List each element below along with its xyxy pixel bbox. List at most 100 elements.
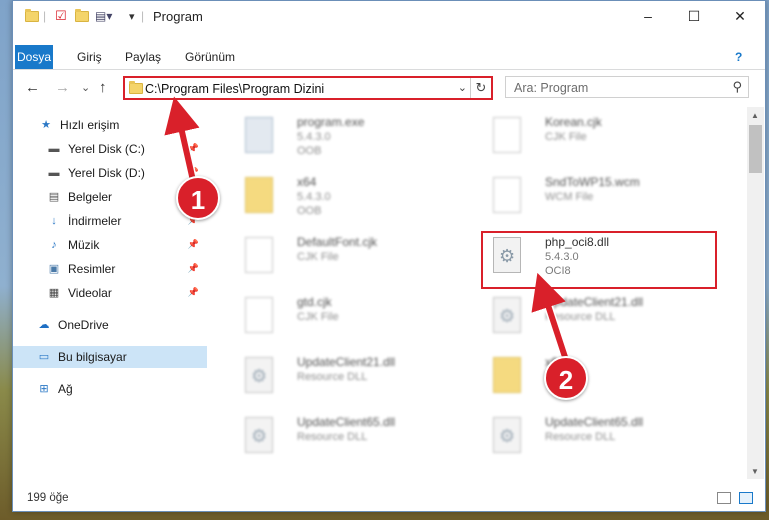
file-detail: Resource DLL: [545, 431, 616, 443]
forward-button[interactable]: →: [55, 79, 70, 96]
cloud-icon: ☁: [38, 319, 50, 331]
sidebar-item-label: Ağ: [58, 382, 73, 396]
file-item[interactable]: x64 5.4.3.0 OOB: [225, 171, 455, 227]
file-detail: Resource DLL: [545, 311, 616, 323]
sidebar-item[interactable]: ↓ İndirmeler 📌: [13, 210, 207, 232]
minimize-button[interactable]: –: [625, 1, 671, 31]
file-detail: OOB: [297, 145, 322, 157]
status-bar: 199 öğe: [13, 483, 765, 511]
documents-icon: ▤: [48, 191, 60, 203]
sidebar-item-label: Hızlı erişim: [60, 118, 120, 132]
star-icon: ★: [41, 119, 51, 131]
vertical-scrollbar[interactable]: ▲ ▼: [747, 107, 764, 479]
file-item[interactable]: Korean.cjk CJK File: [473, 111, 703, 167]
back-button[interactable]: ←: [25, 79, 40, 96]
file-detail: CJK File: [297, 251, 339, 263]
music-icon: ♪: [51, 239, 57, 251]
file-detail: Resource DLL: [297, 431, 368, 443]
sidebar-item-label: Yerel Disk (D:): [68, 166, 145, 180]
sidebar-item-label: Müzik: [68, 238, 100, 252]
dll-file-icon: [493, 417, 521, 453]
ribbon-tabs: Dosya Giriş Paylaş Görünüm ?: [13, 45, 765, 70]
refresh-button[interactable]: ↻: [470, 78, 491, 98]
document-icon: [493, 117, 521, 153]
pin-icon[interactable]: 📌: [188, 143, 199, 154]
sidebar-item[interactable]: ⊞ Ağ: [13, 378, 207, 400]
pin-icon[interactable]: 📌: [188, 287, 199, 298]
file-detail: 5.4.3.0: [297, 131, 331, 143]
chevron-down-icon[interactable]: ⌄: [458, 81, 467, 94]
file-name: UpdateClient21.dll: [297, 355, 396, 369]
pin-icon[interactable]: 📌: [188, 239, 199, 250]
folder-icon: [245, 177, 273, 213]
scroll-up-icon[interactable]: ▲: [751, 111, 759, 120]
close-button[interactable]: ✕: [717, 1, 763, 31]
search-icon[interactable]: ⚲: [732, 79, 742, 95]
sidebar-item-label: Videolar: [68, 286, 112, 300]
sidebar-item[interactable]: ★ Hızlı erişim: [13, 114, 207, 136]
sidebar-item[interactable]: ☁ OneDrive: [13, 314, 207, 336]
scroll-thumb[interactable]: [749, 125, 762, 173]
file-name: UpdateClient65.dll: [545, 415, 644, 429]
file-item[interactable]: program.exe 5.4.3.0 OOB: [225, 111, 455, 167]
quick-access-dropdown-icon[interactable]: ▾: [129, 8, 135, 24]
file-name: program.exe: [297, 115, 365, 129]
navigation-pane: ★ Hızlı erişim ▬ Yerel Disk (C:) 📌 ▬ Yerel Dis…: [13, 107, 209, 463]
properties-icon[interactable]: ☑: [55, 8, 67, 24]
sidebar-item[interactable]: ♪ Müzik 📌: [13, 234, 207, 256]
annotation-badge-2: 2: [544, 356, 588, 400]
sidebar-item[interactable]: ▣ Resimler 📌: [13, 258, 207, 280]
separator: |: [141, 9, 145, 23]
file-item[interactable]: gtd.cjk CJK File: [225, 291, 455, 347]
exe-file-icon: [245, 117, 273, 153]
up-button[interactable]: ↑: [99, 79, 107, 96]
tab-home[interactable]: Giriş: [67, 45, 112, 69]
scroll-down-icon[interactable]: ▼: [751, 467, 759, 476]
computer-icon: ▭: [38, 351, 50, 363]
download-icon: ↓: [51, 215, 57, 227]
file-item[interactable]: UpdateClient65.dll Resource DLL: [225, 411, 455, 467]
maximize-button[interactable]: ☐: [671, 1, 717, 31]
address-path[interactable]: C:\Program Files\Program Dizini: [145, 82, 324, 96]
dll-file-icon: [245, 357, 273, 393]
address-bar[interactable]: C:\Program Files\Program Dizini ⌄ ↻: [123, 76, 493, 100]
file-item[interactable]: UpdateClient21.dll Resource DLL: [473, 291, 703, 347]
folder-icon: [493, 357, 521, 393]
customize-toolbar-icon[interactable]: ▤▾: [95, 8, 112, 24]
file-detail: CJK File: [545, 131, 587, 143]
details-view-icon[interactable]: [717, 492, 731, 504]
sidebar-item[interactable]: ▬ Yerel Disk (D:) 📌: [13, 162, 207, 184]
recent-locations-button[interactable]: ⌄: [81, 81, 90, 94]
video-icon: ▦: [48, 287, 60, 299]
file-name: UpdateClient65.dll: [297, 415, 396, 429]
selected-file-highlight: [481, 231, 717, 289]
file-item[interactable]: DefaultFont.cjk CJK File: [225, 231, 455, 287]
sidebar-item-label: İndirmeler: [68, 214, 122, 228]
file-item[interactable]: x645.4: [473, 351, 703, 407]
search-input[interactable]: Ara: Program ⚲: [505, 76, 749, 98]
pin-icon[interactable]: 📌: [188, 263, 199, 274]
sidebar-item[interactable]: ▬ Yerel Disk (C:) 📌: [13, 138, 207, 160]
document-icon: [245, 297, 273, 333]
tab-view[interactable]: Görünüm: [175, 45, 245, 69]
file-detail: Resource DLL: [297, 371, 368, 383]
new-folder-icon[interactable]: [75, 8, 89, 24]
file-name: Korean.cjk: [545, 115, 602, 129]
document-icon: [245, 237, 273, 273]
help-icon[interactable]: ?: [725, 45, 752, 69]
dll-file-icon: [245, 417, 273, 453]
file-name: UpdateClient21.dll: [545, 295, 644, 309]
sidebar-item[interactable]: ▦ Videolar 📌: [13, 282, 207, 304]
file-item[interactable]: UpdateClient65.dll Resource DLL: [473, 411, 703, 467]
file-item[interactable]: UpdateClient21.dll Resource DLL: [225, 351, 455, 407]
tab-share[interactable]: Paylaş: [115, 45, 171, 69]
tab-file[interactable]: Dosya: [15, 45, 53, 69]
sidebar-item[interactable]: ▭ Bu bilgisayar: [13, 346, 207, 368]
search-placeholder: Ara: Program: [514, 81, 589, 95]
file-name: SndToWP15.wcm: [545, 175, 640, 189]
folder-icon: [129, 81, 143, 94]
file-item[interactable]: SndToWP15.wcm WCM File: [473, 171, 703, 227]
large-icons-view-icon[interactable]: [739, 492, 753, 504]
file-detail: 5.4.3.0: [297, 191, 331, 203]
navigation-bar: ← → ⌄ ↑ C:\Program Files\Program Dizini …: [13, 71, 765, 105]
